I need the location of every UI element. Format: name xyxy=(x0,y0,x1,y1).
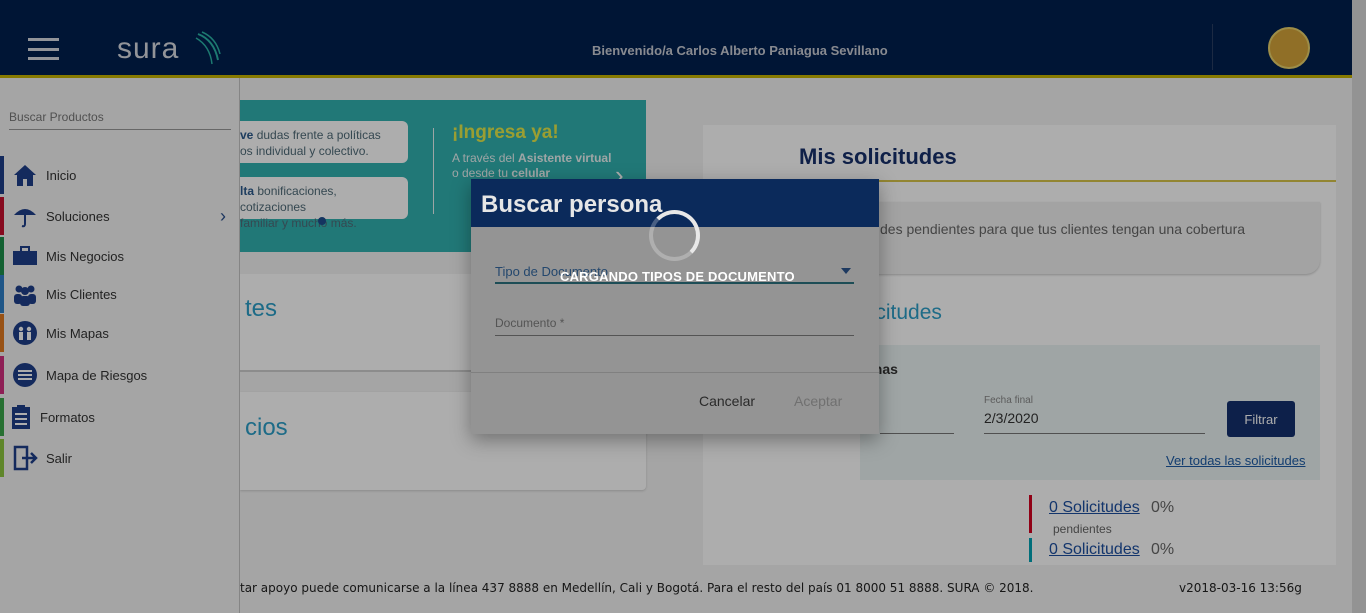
loading-spinner-icon xyxy=(649,210,700,261)
dialog-title: Buscar persona xyxy=(481,191,663,218)
loading-text: CARGANDO TIPOS DE DOCUMENTO xyxy=(560,269,795,284)
